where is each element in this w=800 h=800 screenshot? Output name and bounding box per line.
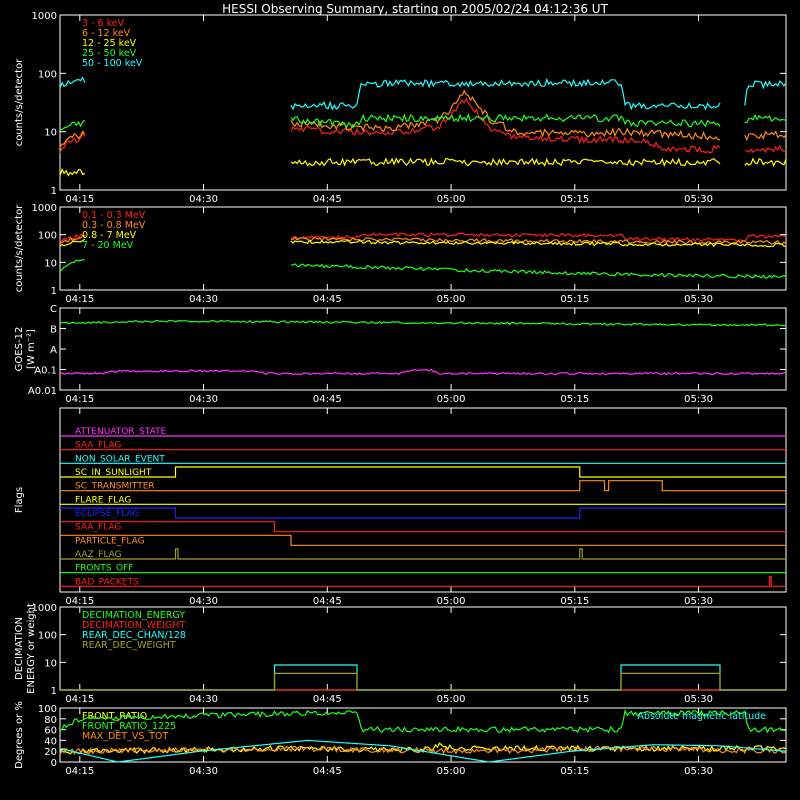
y-tick-label: 1000	[32, 11, 57, 22]
x-tick-label: 05:00	[437, 596, 466, 607]
x-tick-label: 05:30	[684, 294, 713, 305]
x-tick-label: 04:30	[189, 596, 218, 607]
legend-entry: NON_SOLAR_EVENT	[75, 454, 165, 464]
legend-entry: SC_TRANSMITTER	[75, 482, 155, 492]
y-tick-label: 100	[38, 704, 57, 715]
x-tick-label: 05:30	[684, 596, 713, 607]
y-tick-label: A	[50, 345, 57, 356]
legend-entry: PARTICLE_FLAG	[75, 536, 145, 546]
legend-entry: FRONTS_OFF	[75, 564, 133, 574]
x-tick-label: 04:30	[189, 394, 218, 405]
x-tick-label: 05:15	[560, 766, 589, 777]
x-tick-label: 05:15	[560, 194, 589, 205]
annotation-label: Absolute magnetic latitude	[637, 711, 766, 722]
y-tick-label: 1000	[32, 603, 57, 614]
x-tick-label: 04:15	[65, 596, 94, 607]
x-tick-label: 04:15	[65, 194, 94, 205]
x-tick-label: 05:00	[437, 766, 466, 777]
x-tick-label: 05:15	[560, 694, 589, 705]
y-axis-label: DECIMATION	[14, 617, 25, 680]
y-tick-label: 80	[44, 715, 57, 726]
y-tick-label: 10	[44, 128, 57, 139]
y-axis-label-2: [W m⁻²]	[26, 329, 37, 369]
legend-entry: SAA_FLAG	[75, 441, 121, 451]
y-tick-label: 100	[38, 631, 57, 642]
legend-entry: BAD_PACKETS	[75, 577, 139, 587]
legend-entry: MAX_DET_VS_TOT	[82, 731, 168, 742]
legend-entry: 7 - 20 MeV	[82, 240, 134, 251]
legend-entry: ECLIPSE_FLAG	[75, 509, 139, 519]
x-tick-label: 05:30	[684, 694, 713, 705]
x-tick-label: 05:15	[560, 294, 589, 305]
y-tick-label: 100	[38, 69, 57, 80]
x-tick-label: 04:45	[313, 694, 342, 705]
x-tick-label: 05:00	[437, 394, 466, 405]
legend-entry: FLARE_FLAG	[75, 495, 131, 505]
x-tick-label: 05:30	[684, 194, 713, 205]
hessi-summary-figure: HESSI Observing Summary, starting on 200…	[0, 0, 800, 800]
y-axis-label: counts/s/detector	[14, 58, 25, 146]
x-tick-label: 05:00	[437, 294, 466, 305]
x-tick-label: 05:15	[560, 596, 589, 607]
y-tick-label: 1	[51, 186, 57, 197]
x-tick-label: 05:30	[684, 394, 713, 405]
legend-entry: 50 - 100 keV	[82, 58, 143, 69]
y-tick-label: A0.1	[34, 366, 57, 377]
legend-entry: REAR_DEC_WEIGHT	[82, 640, 176, 651]
y-tick-label: A0.01	[28, 386, 57, 397]
y-tick-label: B	[50, 325, 57, 336]
y-axis-label-2: ENERGY or weight	[26, 603, 37, 694]
x-tick-label: 05:30	[684, 766, 713, 777]
figure-background	[0, 0, 800, 800]
legend-entry: AAZ_FLAG	[75, 550, 122, 560]
x-tick-label: 04:30	[189, 694, 218, 705]
y-tick-label: 0	[51, 758, 57, 769]
x-tick-label: 04:15	[65, 394, 94, 405]
x-tick-label: 05:00	[437, 194, 466, 205]
x-tick-label: 04:30	[189, 766, 218, 777]
x-tick-label: 04:15	[65, 766, 94, 777]
y-tick-label: 1000	[32, 203, 57, 214]
y-tick-label: 1	[51, 286, 57, 297]
x-tick-label: 04:30	[189, 294, 218, 305]
y-tick-label: 10	[44, 658, 57, 669]
legend-entry: SAA_FLAG	[75, 523, 121, 533]
y-axis-label: Degrees or %	[14, 701, 25, 769]
y-tick-label: 1	[51, 686, 57, 697]
x-tick-label: 04:30	[189, 194, 218, 205]
y-axis-label: Flags	[14, 487, 25, 513]
legend-entry: SC_IN_SUNLIGHT	[75, 468, 152, 478]
y-tick-label: 100	[38, 231, 57, 242]
y-axis-label: GOES-12	[14, 327, 25, 372]
legend-entry: ATTENUATOR_STATE	[75, 427, 167, 437]
figure-title: HESSI Observing Summary, starting on 200…	[222, 2, 608, 16]
y-tick-label: C	[50, 304, 57, 315]
x-tick-label: 04:15	[65, 694, 94, 705]
x-tick-label: 04:45	[313, 596, 342, 607]
x-tick-label: 05:15	[560, 394, 589, 405]
y-tick-label: 40	[44, 736, 57, 747]
x-tick-label: 04:45	[313, 194, 342, 205]
y-tick-label: 10	[44, 258, 57, 269]
x-tick-label: 04:15	[65, 294, 94, 305]
y-tick-label: 60	[44, 726, 57, 737]
x-tick-label: 04:45	[313, 766, 342, 777]
x-tick-label: 04:45	[313, 394, 342, 405]
x-tick-label: 04:45	[313, 294, 342, 305]
y-tick-label: 20	[44, 747, 57, 758]
y-axis-label: counts/s/detector	[14, 204, 25, 292]
x-tick-label: 05:00	[437, 694, 466, 705]
